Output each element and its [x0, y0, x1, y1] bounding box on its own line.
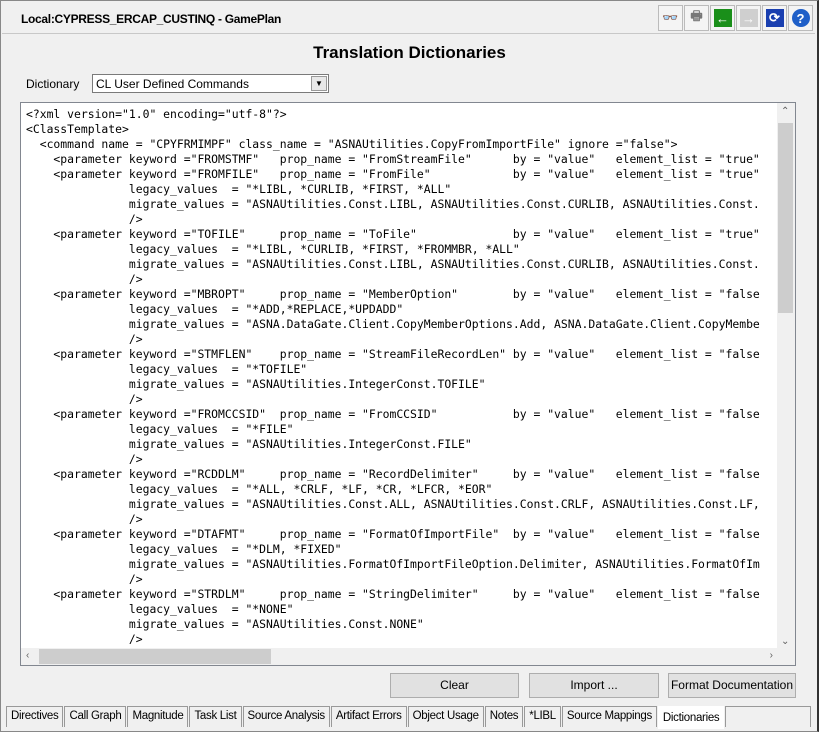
- code-line: migrate_values = "ASNAUtilities.Const.AL…: [26, 497, 760, 511]
- tab-strip-filler: [725, 706, 812, 727]
- help-button[interactable]: ?: [788, 5, 813, 31]
- dictionary-label: Dictionary: [26, 77, 80, 91]
- horizontal-scrollbar[interactable]: ‹ ›: [21, 648, 779, 665]
- code-line: <parameter keyword ="STMFLEN" prop_name …: [26, 347, 760, 361]
- code-line: legacy_values = "*FILE": [26, 422, 294, 436]
- clear-button[interactable]: Clear: [390, 673, 519, 698]
- binoculars-button[interactable]: 👓: [658, 5, 683, 31]
- code-line: <parameter keyword ="FROMSTMF" prop_name…: [26, 152, 760, 166]
- tab-source-analysis[interactable]: Source Analysis: [242, 706, 330, 727]
- code-line: />: [26, 452, 143, 466]
- code-line: <command name = "CPYFRMIMPF" class_name …: [26, 137, 678, 151]
- code-line: migrate_values = "ASNAUtilities.Const.NO…: [26, 617, 424, 631]
- code-line: />: [26, 572, 143, 586]
- printer-icon: 🖶: [690, 8, 703, 23]
- bottom-tab-strip: Directives Call Graph Magnitude Task List So…: [6, 706, 812, 729]
- scroll-up-icon[interactable]: ⌃: [781, 106, 789, 117]
- code-line: legacy_values = "*ADD,*REPLACE,*UPDADD": [26, 302, 404, 316]
- scroll-down-icon[interactable]: ⌄: [781, 636, 789, 647]
- page-title: Translation Dictionaries: [313, 43, 506, 62]
- tab-magnitude[interactable]: Magnitude: [127, 706, 189, 727]
- tab-object-usage[interactable]: Object Usage: [407, 706, 484, 727]
- code-line: migrate_values = "ASNA.DataGate.Client.C…: [26, 317, 760, 331]
- format-documentation-button[interactable]: Format Documentation: [668, 673, 796, 698]
- code-line: />: [26, 272, 143, 286]
- code-text[interactable]: <?xml version="1.0" encoding="utf-8"?> <C…: [26, 107, 778, 647]
- code-line: <parameter keyword ="FROMFILE" prop_name…: [26, 167, 760, 181]
- code-line: migrate_values = "ASNAUtilities.IntegerC…: [26, 377, 486, 391]
- code-line: legacy_values = "*LIBL, *CURLIB, *FIRST,…: [26, 182, 452, 196]
- forward-arrow-icon: →: [739, 9, 758, 27]
- code-line: legacy_values = "*DLM, *FIXED": [26, 542, 342, 556]
- refresh-icon: ⟳: [765, 9, 784, 27]
- code-line: legacy_values = "*NONE": [26, 602, 294, 616]
- toolbar: 👓 🖶 ← → ⟳?: [657, 5, 813, 31]
- code-line: <?xml version="1.0" encoding="utf-8"?>: [26, 107, 287, 121]
- code-line: legacy_values = "*ALL, *CRLF, *LF, *CR, …: [26, 482, 493, 496]
- code-line: <parameter keyword ="STRDLM" prop_name =…: [26, 587, 760, 601]
- code-line: <parameter keyword ="TOFILE" prop_name =…: [26, 227, 760, 241]
- binoculars-icon: 👓: [662, 10, 679, 25]
- code-line: />: [26, 632, 143, 646]
- tab-source-mappings[interactable]: Source Mappings: [561, 706, 657, 727]
- code-line: migrate_values = "ASNAUtilities.Const.LI…: [26, 197, 760, 211]
- code-line: <parameter keyword ="FROMCCSID" prop_nam…: [26, 407, 760, 421]
- vertical-scrollbar[interactable]: ⌃ ⌄: [777, 103, 795, 649]
- tab-libl[interactable]: *LIBL: [524, 706, 561, 727]
- code-line: migrate_values = "ASNAUtilities.IntegerC…: [26, 437, 472, 451]
- code-line: <ClassTemplate>: [26, 122, 129, 136]
- code-line: <parameter keyword ="RCDDLM" prop_name =…: [26, 467, 760, 481]
- printer-button[interactable]: 🖶: [684, 5, 709, 31]
- back-arrow-icon: ←: [713, 9, 732, 27]
- help-icon: ?: [791, 9, 810, 27]
- tab-artifact-errors[interactable]: Artifact Errors: [330, 706, 407, 727]
- scroll-right-icon[interactable]: ›: [770, 650, 773, 661]
- dictionary-selected-value: CL User Defined Commands: [96, 77, 249, 91]
- chevron-down-icon[interactable]: ▼: [311, 76, 327, 91]
- tab-call-graph[interactable]: Call Graph: [64, 706, 127, 727]
- code-line: <parameter keyword ="DTAFMT" prop_name =…: [26, 527, 760, 541]
- scroll-left-icon[interactable]: ‹: [26, 650, 29, 661]
- code-line: migrate_values = "ASNAUtilities.Const.LI…: [26, 257, 760, 271]
- tab-notes[interactable]: Notes: [484, 706, 524, 727]
- forward-arrow-button[interactable]: →: [736, 5, 761, 31]
- refresh-button[interactable]: ⟳: [762, 5, 787, 31]
- code-line: />: [26, 512, 143, 526]
- horizontal-scroll-thumb[interactable]: [39, 649, 271, 664]
- import-button[interactable]: Import ...: [529, 673, 659, 698]
- dictionary-select[interactable]: CL User Defined Commands ▼: [92, 74, 329, 93]
- tab-task-list[interactable]: Task List: [189, 706, 242, 727]
- code-line: <parameter keyword ="MBROPT" prop_name =…: [26, 287, 760, 301]
- code-line: legacy_values = "*TOFILE": [26, 362, 308, 376]
- tab-dictionaries[interactable]: Dictionaries: [657, 706, 725, 729]
- code-line: />: [26, 332, 143, 346]
- xml-editor[interactable]: <?xml version="1.0" encoding="utf-8"?> <C…: [20, 102, 796, 666]
- vertical-scroll-thumb[interactable]: [778, 123, 793, 313]
- title-bar: Local:CYPRESS_ERCAP_CUSTINQ - GamePlan 👓…: [2, 2, 815, 34]
- code-line: />: [26, 392, 143, 406]
- tab-directives[interactable]: Directives: [6, 706, 64, 727]
- scroll-corner: [777, 648, 795, 665]
- window-title: Local:CYPRESS_ERCAP_CUSTINQ - GamePlan: [21, 12, 282, 26]
- code-line: legacy_values = "*LIBL, *CURLIB, *FIRST,…: [26, 242, 520, 256]
- back-arrow-button[interactable]: ←: [710, 5, 735, 31]
- code-line: />: [26, 212, 143, 226]
- code-line: migrate_values = "ASNAUtilities.FormatOf…: [26, 557, 760, 571]
